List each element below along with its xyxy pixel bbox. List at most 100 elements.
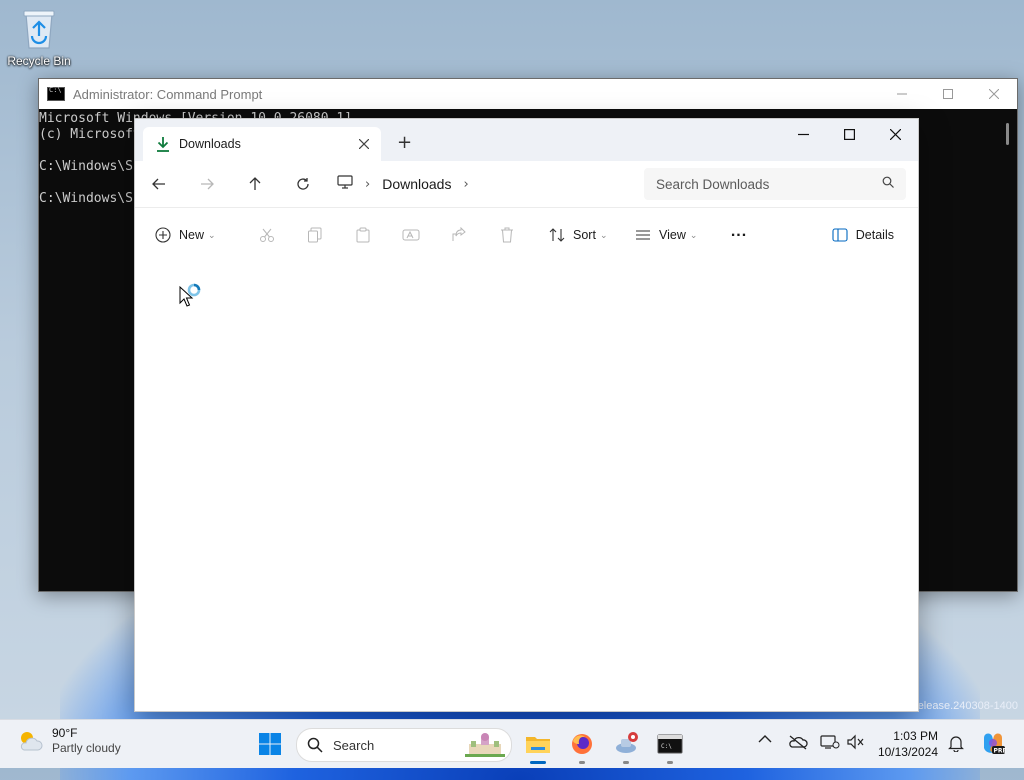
rename-button[interactable] — [387, 227, 435, 243]
cmd-minimize-button[interactable] — [879, 86, 925, 102]
tab-title: Downloads — [179, 137, 241, 151]
breadcrumb-separator-icon[interactable]: › — [365, 177, 370, 192]
chevron-up-icon — [758, 735, 772, 743]
tab-downloads[interactable]: Downloads — [143, 127, 381, 161]
arrow-up-icon — [249, 177, 261, 190]
up-button[interactable] — [231, 177, 279, 191]
ellipsis-icon: ... — [730, 223, 748, 240]
clock-time: 1:03 PM — [893, 729, 938, 743]
more-options-button[interactable]: ... — [715, 223, 763, 241]
running-indicator — [667, 761, 673, 764]
network-icon — [820, 735, 840, 749]
copy-icon — [308, 227, 322, 243]
chevron-down-icon: ⌄ — [208, 229, 216, 240]
file-explorer-taskbar-button[interactable] — [520, 728, 556, 764]
file-explorer-window[interactable]: Downloads + › Downloads › Search Downloa… — [134, 118, 919, 712]
terminal-taskbar-button[interactable]: C:\ — [652, 728, 688, 764]
file-list-area[interactable] — [135, 261, 918, 711]
rename-icon — [402, 229, 420, 241]
terminal-icon: C:\ — [657, 734, 683, 754]
clock-date: 10/13/2024 — [877, 745, 938, 759]
search-icon[interactable] — [882, 176, 894, 192]
taskbar-search-placeholder: Search — [333, 737, 375, 753]
remote-app-taskbar-button[interactable] — [608, 728, 644, 764]
trash-icon — [501, 227, 513, 243]
refresh-icon — [297, 178, 309, 190]
sort-label: Sort — [573, 228, 596, 242]
new-tab-button[interactable]: + — [397, 132, 412, 153]
chevron-down-icon: ⌄ — [599, 229, 608, 240]
notifications-button[interactable] — [948, 734, 964, 752]
firefox-taskbar-button[interactable] — [564, 728, 600, 764]
view-label: View — [659, 228, 686, 242]
cmd-scrollbar[interactable] — [1006, 123, 1009, 145]
copy-button[interactable] — [291, 227, 339, 243]
svg-text:C:\: C:\ — [661, 743, 672, 750]
active-indicator — [530, 761, 546, 764]
recycle-bin-desktop-icon[interactable]: Recycle Bin — [4, 8, 74, 68]
forward-button[interactable] — [183, 178, 231, 190]
start-button[interactable] — [258, 732, 282, 760]
weather-temperature: 90°F — [52, 726, 78, 740]
command-bar: New ⌄ Sort ⌄ View ⌄ ... Details — [135, 208, 918, 263]
onedrive-tray-button[interactable] — [788, 734, 808, 750]
explorer-maximize-button[interactable] — [826, 119, 872, 149]
details-pane-button[interactable]: Details — [832, 228, 894, 242]
cmd-maximize-button[interactable] — [925, 86, 971, 102]
taskbar: 90°F Partly cloudy Search C:\ 1:03 PM 10… — [0, 719, 1024, 768]
arrow-left-icon — [152, 178, 165, 190]
share-button[interactable] — [435, 227, 483, 243]
cmd-close-button[interactable] — [971, 86, 1017, 102]
breadcrumb-downloads[interactable]: Downloads — [382, 176, 451, 192]
search-box[interactable]: Search Downloads — [644, 168, 906, 200]
breadcrumb-chevron-icon[interactable]: › — [463, 177, 468, 192]
svg-text:PRE: PRE — [994, 748, 1007, 755]
explorer-tabbar[interactable]: Downloads + — [135, 119, 918, 161]
cmd-titlebar[interactable]: Administrator: Command Prompt — [39, 79, 1017, 109]
details-pane-icon — [832, 228, 848, 242]
copilot-button[interactable]: PRE — [980, 730, 1006, 756]
delete-button[interactable] — [483, 227, 531, 243]
sort-icon — [549, 228, 565, 242]
explorer-close-button[interactable] — [872, 119, 918, 149]
show-hidden-icons-button[interactable] — [758, 734, 772, 744]
onedrive-icon — [789, 735, 808, 750]
firefox-icon — [572, 734, 592, 754]
weather-widget[interactable]: 90°F Partly cloudy — [16, 726, 121, 756]
new-label: New — [179, 228, 205, 242]
remote-app-icon — [616, 732, 638, 753]
search-icon — [307, 737, 323, 753]
tab-close-icon[interactable] — [358, 135, 370, 153]
cmd-title: Administrator: Command Prompt — [73, 86, 263, 102]
breadcrumb[interactable]: › Downloads › — [331, 167, 611, 201]
recycle-bin-icon — [21, 8, 57, 50]
view-list-icon — [636, 230, 650, 240]
network-tray-button[interactable] — [820, 734, 840, 750]
search-highlight-icon — [465, 733, 505, 757]
file-explorer-icon — [526, 737, 550, 753]
search-placeholder: Search Downloads — [656, 176, 770, 192]
this-pc-icon[interactable] — [337, 175, 353, 193]
copilot-icon: PRE — [984, 733, 1007, 755]
system-clock[interactable]: 1:03 PM 10/13/2024 — [878, 728, 938, 760]
paste-button[interactable] — [339, 227, 387, 243]
running-indicator — [579, 761, 585, 764]
sort-button[interactable]: Sort ⌄ — [549, 227, 619, 243]
recycle-bin-label: Recycle Bin — [7, 54, 71, 68]
notification-bell-icon — [948, 736, 964, 752]
explorer-navbar: › Downloads › Search Downloads — [135, 161, 918, 208]
cmd-icon — [47, 86, 65, 101]
arrow-right-icon — [201, 178, 214, 190]
share-icon — [452, 227, 466, 241]
running-indicator — [623, 761, 629, 764]
view-button[interactable]: View ⌄ — [635, 228, 705, 242]
partly-cloudy-icon — [20, 732, 43, 751]
back-button[interactable] — [135, 178, 183, 190]
explorer-minimize-button[interactable] — [780, 119, 826, 149]
cut-button[interactable] — [243, 227, 291, 243]
weather-condition: Partly cloudy — [52, 741, 121, 755]
new-button[interactable]: New ⌄ — [155, 227, 237, 243]
refresh-button[interactable] — [279, 177, 327, 191]
taskbar-search-box[interactable]: Search — [296, 728, 512, 762]
volume-tray-button[interactable] — [846, 734, 866, 750]
